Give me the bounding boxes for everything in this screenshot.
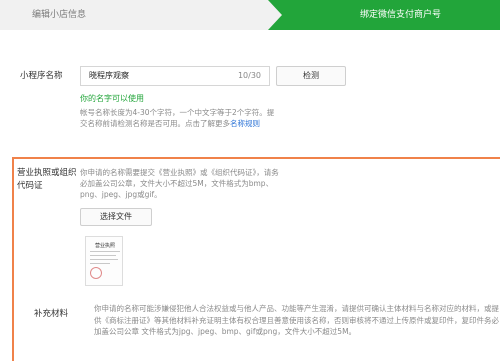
step-bind-wechat-pay: 绑定微信支付商户号: [268, 0, 500, 30]
step-progress-bar: 编辑小店信息 绑定微信支付商户号: [0, 0, 500, 30]
mini-program-name-label: 小程序名称: [20, 71, 63, 81]
business-license-thumbnail[interactable]: 营业执照: [85, 236, 123, 286]
mini-program-name-input[interactable]: 晓程序观察 10/30: [80, 66, 270, 86]
name-char-count: 10/30: [237, 71, 261, 80]
check-name-button[interactable]: 检测: [276, 66, 346, 86]
name-available-status: 你的名字可以使用: [80, 94, 144, 103]
step-edit-store-info: 编辑小店信息: [0, 0, 268, 30]
business-license-hint: 你申请的名称需要提交《营业执照》或《组织代码证》，请务必加盖公司公章，文件大小不…: [80, 168, 279, 199]
name-input-value: 晓程序观察: [89, 71, 129, 80]
thumbnail-title: 营业执照: [95, 243, 116, 249]
business-license-label: 营业执照或组织代码证: [17, 168, 77, 191]
choose-file-button[interactable]: 选择文件: [80, 208, 152, 226]
step-arrow: [268, 0, 282, 30]
thumbnail-line: [90, 251, 120, 252]
supplement-hint: 你申请的名称可能涉嫌侵犯他人合法权益或与他人产品、功能等产生混淆，请提供可确认主…: [94, 304, 499, 336]
thumbnail-line: [90, 259, 118, 260]
name-rules-link[interactable]: 名称规则: [230, 119, 260, 128]
thumbnail-seal: [90, 267, 102, 279]
supplement-label: 补充材料: [34, 309, 69, 319]
thumbnail-line: [90, 263, 110, 264]
name-hint: 帐号名称长度为4-30个字符，一个中文字等于2个字符。提交名称前请检测名称是否可…: [80, 107, 275, 129]
thumbnail-line: [90, 255, 116, 256]
